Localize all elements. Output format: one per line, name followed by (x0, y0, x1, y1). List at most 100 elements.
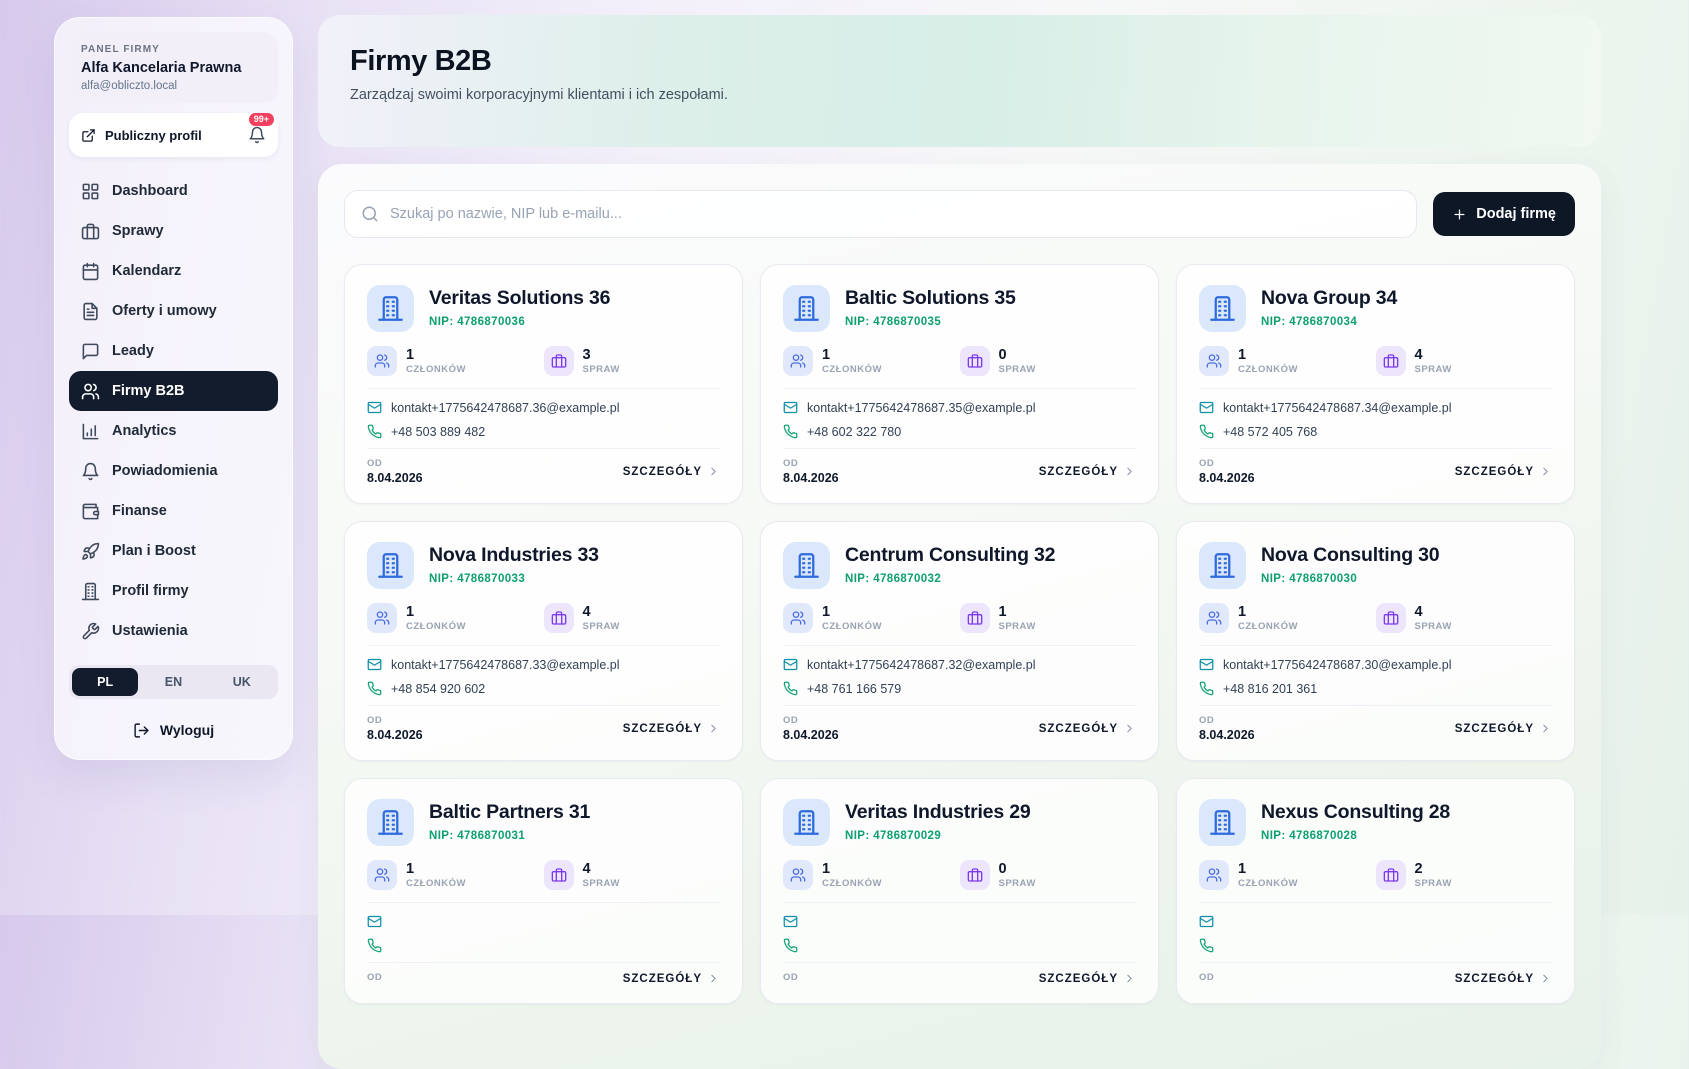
company-nip: NIP: 4786870036 (429, 316, 610, 328)
cases-label: SPRAW (583, 878, 620, 889)
chevron-right-icon (707, 722, 720, 735)
external-link-icon (81, 128, 96, 143)
sidebar-nav-item[interactable]: Finanse (69, 491, 278, 531)
company-nip: NIP: 4786870033 (429, 573, 599, 585)
company-phone-row: +48 816 201 361 (1199, 680, 1552, 697)
members-count: 1 (406, 861, 466, 877)
sidebar-nav-item[interactable]: Oferty i umowy (69, 291, 278, 331)
details-button[interactable]: SZCZEGÓŁY (1039, 465, 1136, 478)
nav-item-label: Kalendarz (112, 263, 181, 279)
company-card-footer: OD 8.04.2026 SZCZEGÓŁY (367, 448, 720, 485)
since-label: OD (367, 972, 382, 983)
company-card-footer: OD 8.04.2026 SZCZEGÓŁY (783, 705, 1136, 742)
details-button[interactable]: SZCZEGÓŁY (623, 722, 720, 735)
sidebar-nav-item[interactable]: Analytics (69, 411, 278, 451)
cases-stat: 4 SPRAW (1376, 346, 1553, 376)
details-button[interactable]: SZCZEGÓŁY (623, 972, 720, 985)
company-meta: Nova Consulting 30 NIP: 4786870030 (1261, 542, 1439, 585)
cases-stat: 1 SPRAW (960, 603, 1137, 633)
nav-item-label: Sprawy (112, 223, 164, 239)
org-name: Alfa Kancelaria Prawna (81, 60, 266, 76)
company-phone-row: +48 602 322 780 (783, 423, 1136, 440)
details-label: SZCZEGÓŁY (1455, 973, 1534, 985)
mail-icon (783, 914, 798, 929)
search-icon (361, 205, 379, 223)
users-icon (783, 603, 813, 633)
members-count: 1 (1238, 347, 1298, 363)
company-email-row: kontakt+1775642478687.34@example.pl (1199, 399, 1552, 416)
sidebar-nav-item[interactable]: Leady (69, 331, 278, 371)
cases-count: 4 (583, 861, 620, 877)
logout-icon (133, 722, 150, 739)
members-label: CZŁONKÓW (406, 621, 466, 632)
sidebar-nav-item[interactable]: Profil firmy (69, 571, 278, 611)
language-option[interactable]: PL (72, 668, 138, 696)
since-date: 8.04.2026 (367, 471, 423, 485)
logout-button[interactable]: Wyloguj (69, 715, 278, 745)
details-button[interactable]: SZCZEGÓŁY (1455, 972, 1552, 985)
notification-badge: 99+ (249, 113, 274, 126)
company-email-row: kontakt+1775642478687.32@example.pl (783, 656, 1136, 673)
nav-item-label: Analytics (112, 423, 176, 439)
users-icon (81, 382, 100, 401)
details-button[interactable]: SZCZEGÓŁY (1455, 465, 1552, 478)
members-label: CZŁONKÓW (1238, 621, 1298, 632)
add-company-button[interactable]: Dodaj firmę (1433, 192, 1575, 236)
company-stats: 1 CZŁONKÓW 4 SPRAW (1199, 346, 1552, 376)
language-option[interactable]: EN (140, 668, 206, 696)
since-block: OD 8.04.2026 (1199, 715, 1255, 742)
cases-label: SPRAW (1415, 621, 1452, 632)
mail-icon (1199, 400, 1214, 415)
nav-item-label: Firmy B2B (112, 383, 185, 399)
language-option[interactable]: UK (209, 668, 275, 696)
details-button[interactable]: SZCZEGÓŁY (623, 465, 720, 478)
company-stats: 1 CZŁONKÓW 4 SPRAW (367, 603, 720, 633)
public-profile-button[interactable]: Publiczny profil 99+ (69, 113, 278, 157)
divider (367, 902, 720, 903)
members-count: 1 (1238, 604, 1298, 620)
company-phone-row (783, 937, 1136, 954)
chevron-right-icon (707, 465, 720, 478)
cases-label: SPRAW (1415, 878, 1452, 889)
members-label: CZŁONKÓW (406, 878, 466, 889)
details-button[interactable]: SZCZEGÓŁY (1039, 972, 1136, 985)
company-card: Nexus Consulting 28 NIP: 4786870028 1 CZ… (1176, 778, 1575, 1004)
divider (1199, 645, 1552, 646)
cases-label: SPRAW (999, 621, 1036, 632)
chevron-right-icon (1539, 465, 1552, 478)
members-count: 1 (822, 861, 882, 877)
main-content: Firmy B2B Zarządzaj swoimi korporacyjnym… (318, 15, 1601, 1069)
sidebar-nav-item[interactable]: Powiadomienia (69, 451, 278, 491)
sidebar-nav-item[interactable]: Ustawienia (69, 611, 278, 651)
details-label: SZCZEGÓŁY (1039, 723, 1118, 735)
company-stats: 1 CZŁONKÓW 0 SPRAW (783, 860, 1136, 890)
logout-label: Wyloguj (160, 722, 214, 738)
details-button[interactable]: SZCZEGÓŁY (1039, 722, 1136, 735)
details-label: SZCZEGÓŁY (623, 466, 702, 478)
company-card-header: Baltic Partners 31 NIP: 4786870031 (367, 799, 720, 846)
since-date: 8.04.2026 (783, 728, 839, 742)
search-input[interactable] (390, 206, 1400, 222)
phone-icon (783, 938, 798, 953)
sidebar-nav-item[interactable]: Sprawy (69, 211, 278, 251)
users-icon (783, 346, 813, 376)
cases-count: 2 (1415, 861, 1452, 877)
details-button[interactable]: SZCZEGÓŁY (1455, 722, 1552, 735)
since-label: OD (783, 972, 798, 983)
building-icon (367, 799, 414, 846)
company-stats: 1 CZŁONKÓW 2 SPRAW (1199, 860, 1552, 890)
users-icon (367, 603, 397, 633)
sidebar-nav-item[interactable]: Kalendarz (69, 251, 278, 291)
company-card: Baltic Partners 31 NIP: 4786870031 1 CZŁ… (344, 778, 743, 1004)
company-stats: 1 CZŁONKÓW 1 SPRAW (783, 603, 1136, 633)
chevron-right-icon (1539, 722, 1552, 735)
company-name: Nova Consulting 30 (1261, 544, 1439, 567)
sidebar-nav-item[interactable]: Dashboard (69, 171, 278, 211)
sidebar-nav-item[interactable]: Plan i Boost (69, 531, 278, 571)
notifications-bell-button[interactable]: 99+ (248, 126, 266, 144)
company-phone: +48 602 322 780 (807, 425, 901, 439)
sidebar-nav-item[interactable]: Firmy B2B (69, 371, 278, 411)
company-name: Veritas Industries 29 (845, 801, 1030, 824)
members-count: 1 (822, 604, 882, 620)
bell-icon (248, 126, 266, 144)
